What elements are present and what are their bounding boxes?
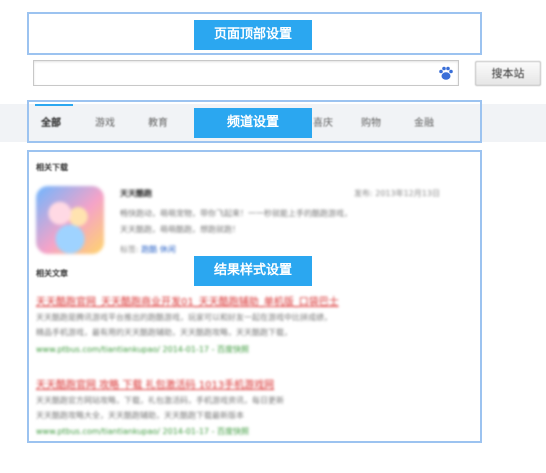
app-tags: 标签: 跑酷 休闲	[120, 244, 176, 255]
article-section-title: 相关文章	[36, 269, 68, 278]
result-snippet: 精品手机游戏，最有用的天天酷跑辅助，天天酷跑攻略，天天酷跑下载，	[36, 328, 292, 337]
app-icon[interactable]	[36, 186, 104, 254]
search-site-button[interactable]: 搜本站	[475, 61, 541, 86]
app-tag-link[interactable]: 跑酷	[141, 245, 157, 254]
app-name[interactable]: 天天酷跑	[120, 188, 152, 199]
app-tag-link[interactable]: 休闲	[160, 245, 176, 254]
result-title-link[interactable]: 天天酷跑官网 攻略 下载 礼包激活码 1013手机游戏网	[36, 376, 274, 391]
search-input[interactable]	[33, 60, 459, 86]
paw-icon[interactable]	[437, 64, 455, 82]
channel-settings-callout[interactable]: 频道设置	[194, 108, 312, 138]
results-style-callout[interactable]: 结果样式设置	[194, 256, 312, 286]
result-url[interactable]: www.ptbus.com/tiantiankupao/ 2014-01-17 …	[36, 426, 249, 437]
app-tags-label: 标签:	[120, 245, 139, 254]
app-date: 发布: 2013年12月13日	[354, 189, 440, 198]
result-url[interactable]: www.ptbus.com/tiantiankupao/ 2014-01-17 …	[36, 344, 249, 355]
result-snippet: 天天酷跑攻略大全，天天酷跑辅助，天天酷跑下载最新版本	[36, 411, 244, 420]
result-snippet: 天天酷跑是腾讯游戏平台推出的跑酷游戏，玩家可以和好友一起在游戏中比拼成绩，	[36, 313, 332, 322]
download-section-title: 相关下载	[36, 163, 68, 172]
result-snippet: 天天酷跑官方网站攻略，下载，礼包激活码，手机游戏资讯，每日更新	[36, 396, 284, 405]
app-description-line-2: 天天酷跑，萌萌酷跑，想跑就跑！	[120, 225, 240, 234]
app-description-line-1: 畅快跑动，萌萌宠物，带你飞起来！一一秒就能上手的酷跑游戏，	[120, 209, 352, 218]
result-title-link[interactable]: 天天酷跑官网_天天酷跑商业开发01_天天酷跑辅助_单机版_口袋巴士	[36, 293, 339, 308]
header-settings-callout[interactable]: 页面顶部设置	[194, 20, 312, 50]
